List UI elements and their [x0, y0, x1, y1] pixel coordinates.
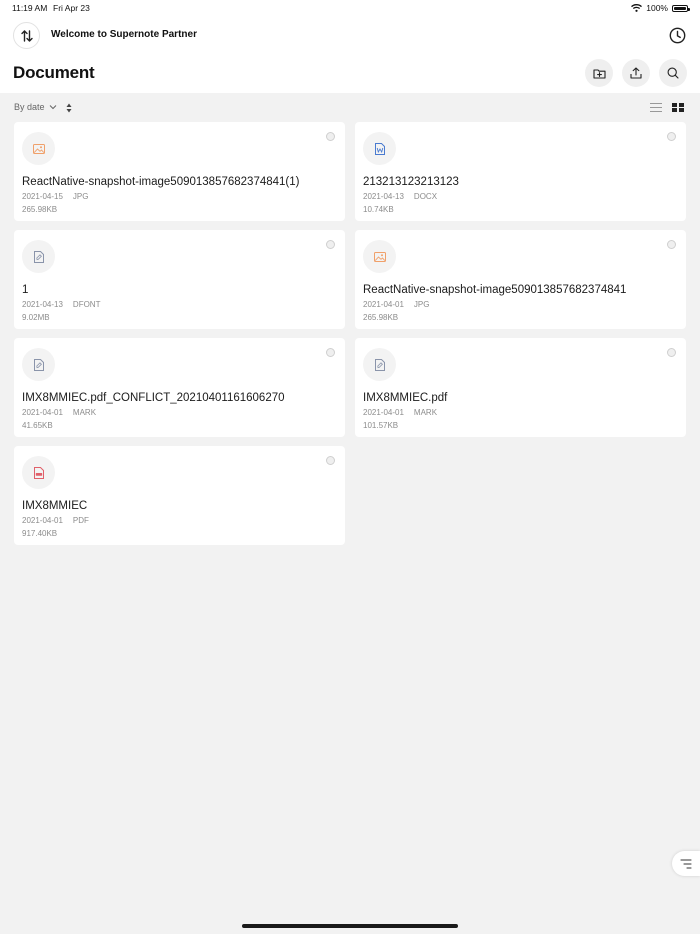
- select-radio[interactable]: [326, 348, 335, 357]
- file-date: 2021-04-01: [22, 408, 63, 417]
- file-meta: 2021-04-13 DFONT: [22, 300, 100, 309]
- new-folder-button[interactable]: [585, 59, 613, 87]
- page-title: Document: [13, 63, 95, 82]
- file-name: ReactNative-snapshot-image50901385768237…: [22, 176, 300, 188]
- file-name: IMX8MMIEC.pdf: [363, 392, 448, 404]
- file-name: IMX8MMIEC: [22, 500, 88, 512]
- sync-arrows-icon: [20, 29, 33, 42]
- generic-file-icon: [22, 348, 55, 381]
- file-name: IMX8MMIEC.pdf_CONFLICT_20210401161606270: [22, 392, 285, 404]
- select-radio[interactable]: [326, 456, 335, 465]
- word-file-icon: [363, 132, 396, 165]
- status-indicators: 100%: [631, 3, 690, 13]
- select-radio[interactable]: [326, 240, 335, 249]
- file-date: 2021-04-13: [22, 300, 63, 309]
- file-card[interactable]: 1 2021-04-13 DFONT 9.02MB: [14, 230, 345, 329]
- file-meta: 2021-04-01 MARK: [363, 408, 437, 417]
- file-grid: ReactNative-snapshot-image50901385768237…: [14, 122, 686, 545]
- generic-file-icon: [363, 348, 396, 381]
- file-type: PDF: [72, 516, 89, 525]
- battery-percent: 100%: [646, 3, 668, 13]
- file-card[interactable]: ReactNative-snapshot-image50901385768237…: [355, 230, 686, 329]
- chevron-down-icon: [49, 105, 56, 110]
- file-card[interactable]: IMX8MMIEC.pdf_CONFLICT_20210401161606270…: [14, 338, 345, 437]
- select-radio[interactable]: [667, 132, 676, 141]
- file-date: 2021-04-15: [22, 192, 63, 201]
- sort-label: By date: [14, 102, 45, 112]
- side-menu-button[interactable]: [672, 851, 700, 876]
- file-size: 265.98KB: [22, 205, 58, 214]
- file-date: 2021-04-01: [22, 516, 63, 525]
- list-view-button[interactable]: [650, 102, 662, 113]
- upload-button[interactable]: [622, 59, 650, 87]
- file-size: 10.74KB: [363, 205, 394, 214]
- file-date: 2021-04-01: [363, 300, 404, 309]
- file-date: 2021-04-01: [363, 408, 404, 417]
- list-view-icon: [650, 103, 662, 112]
- sort-order-toggle[interactable]: [64, 102, 74, 114]
- upload-icon: [630, 67, 642, 79]
- status-date: Fri Apr 23: [53, 3, 90, 13]
- file-type: DOCX: [413, 192, 438, 201]
- file-card[interactable]: IMX8MMIEC 2021-04-01 PDF 917.40KB: [14, 446, 345, 545]
- new-folder-icon: [592, 68, 606, 79]
- search-icon: [667, 67, 679, 79]
- file-type: MARK: [413, 408, 438, 417]
- file-name: 1: [22, 284, 29, 296]
- file-meta: 2021-04-15 JPG: [22, 192, 88, 201]
- search-button[interactable]: [659, 59, 687, 87]
- grid-view-button[interactable]: [672, 102, 684, 113]
- file-size: 101.57KB: [363, 421, 399, 430]
- app-title: Welcome to Supernote Partner: [51, 29, 197, 40]
- file-card[interactable]: IMX8MMIEC.pdf 2021-04-01 MARK 101.57KB: [355, 338, 686, 437]
- file-size: 917.40KB: [22, 529, 58, 538]
- file-meta: 2021-04-01 PDF: [22, 516, 89, 525]
- wifi-icon: [631, 4, 643, 12]
- grid-view-icon: [672, 103, 684, 112]
- file-card[interactable]: ReactNative-snapshot-image50901385768237…: [14, 122, 345, 221]
- history-button[interactable]: [668, 26, 686, 44]
- file-date: 2021-04-13: [363, 192, 404, 201]
- status-time: 11:19 AM: [12, 3, 48, 13]
- menu-lines-icon: [680, 858, 692, 869]
- sort-dropdown[interactable]: By date: [14, 102, 57, 112]
- file-name: ReactNative-snapshot-image50901385768237…: [363, 284, 627, 296]
- status-bar: 11:19 AM Fri Apr 23 100%: [0, 0, 700, 18]
- file-size: 41.65KB: [22, 421, 53, 430]
- file-size: 265.98KB: [363, 313, 399, 322]
- generic-file-icon: [22, 240, 55, 273]
- sync-button[interactable]: [13, 22, 40, 49]
- select-radio[interactable]: [326, 132, 335, 141]
- sort-arrows-icon: [66, 103, 72, 113]
- file-type: DFONT: [72, 300, 101, 309]
- select-radio[interactable]: [667, 348, 676, 357]
- battery-icon: [672, 4, 690, 12]
- file-meta: 2021-04-01 JPG: [363, 300, 429, 309]
- file-name: 213213123213123: [363, 176, 459, 188]
- file-meta: 2021-04-13 DOCX: [363, 192, 437, 201]
- home-indicator: [242, 924, 458, 928]
- file-type: JPG: [72, 192, 89, 201]
- image-file-icon: [363, 240, 396, 273]
- file-meta: 2021-04-01 MARK: [22, 408, 96, 417]
- select-radio[interactable]: [667, 240, 676, 249]
- image-file-icon: [22, 132, 55, 165]
- clock-icon: [669, 27, 685, 43]
- file-type: MARK: [72, 408, 97, 417]
- pdf-file-icon: [22, 456, 55, 489]
- file-size: 9.02MB: [22, 313, 50, 322]
- file-card[interactable]: 213213123213123 2021-04-13 DOCX 10.74KB: [355, 122, 686, 221]
- file-type: JPG: [413, 300, 430, 309]
